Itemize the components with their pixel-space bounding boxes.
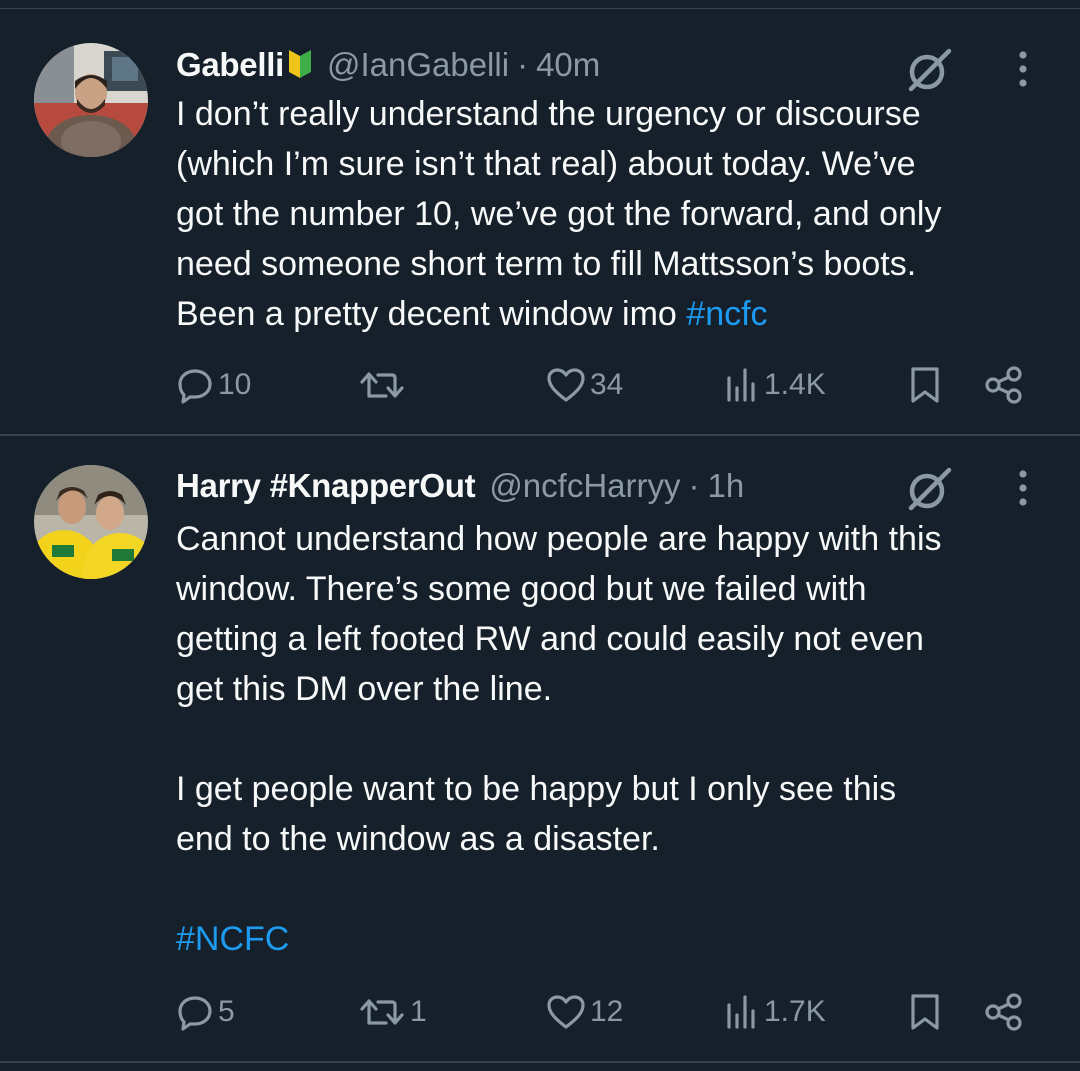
- display-name[interactable]: Harry #KnapperOut: [176, 467, 476, 505]
- like-icon: [546, 993, 586, 1031]
- bookmark-button[interactable]: [908, 982, 942, 1042]
- action-bar: 10 34 1.4K: [0, 355, 1080, 415]
- timestamp[interactable]: 1h: [708, 467, 745, 505]
- tweet-line: window. There’s some good but we failed …: [176, 570, 867, 608]
- tweet-line-text: Been a pretty decent window imo: [176, 295, 687, 333]
- bookmark-icon: [908, 365, 942, 405]
- handle[interactable]: @ncfcHarryy: [489, 467, 680, 505]
- handle[interactable]: @IanGabelli: [327, 46, 509, 84]
- grok-icon[interactable]: [905, 464, 955, 514]
- tweet-text: I don’t really understand the urgency or…: [176, 89, 1056, 339]
- repost-icon: [358, 366, 406, 404]
- tweet-line: #NCFC: [176, 914, 1056, 964]
- tweet[interactable]: Gabelli @IanGabelli · 40m I don’t really…: [0, 9, 1080, 436]
- like-count: 12: [590, 995, 624, 1028]
- views-count: 1.4K: [764, 368, 826, 401]
- bookmark-icon: [908, 992, 942, 1032]
- tweet-line: (which I’m sure isn’t that real) about t…: [176, 145, 916, 183]
- tweet-line: I don’t really understand the urgency or…: [176, 95, 921, 133]
- reply-icon: [176, 993, 214, 1031]
- bookmark-button[interactable]: [908, 355, 942, 415]
- views-button[interactable]: 1.7K: [724, 982, 826, 1042]
- hashtag-link[interactable]: #NCFC: [176, 920, 289, 958]
- repost-button[interactable]: [358, 355, 410, 415]
- more-icon[interactable]: [1008, 468, 1038, 508]
- views-icon: [724, 993, 760, 1031]
- tweet-line: need someone short term to fill Mattsson…: [176, 245, 917, 283]
- views-button[interactable]: 1.4K: [724, 355, 826, 415]
- action-bar: 5 1 12 1.7K: [0, 982, 1080, 1042]
- display-name[interactable]: Gabelli: [176, 46, 284, 84]
- timestamp[interactable]: 40m: [536, 46, 600, 84]
- tweet-line: get this DM over the line.: [176, 670, 553, 708]
- reply-button[interactable]: 5: [176, 982, 235, 1042]
- reply-count: 10: [218, 368, 252, 401]
- views-count: 1.7K: [764, 995, 826, 1028]
- avatar[interactable]: [34, 465, 148, 579]
- repost-icon: [358, 993, 406, 1031]
- separator: ·: [688, 467, 700, 504]
- views-icon: [724, 366, 760, 404]
- tweet-text: Cannot understand how people are happy w…: [176, 514, 1056, 964]
- grok-icon[interactable]: [905, 45, 955, 95]
- tweet-line: Been a pretty decent window imo #ncfc: [176, 289, 1056, 339]
- beginner-badge-icon: [287, 46, 313, 85]
- tweet[interactable]: Harry #KnapperOut @ncfcHarryy · 1h Canno…: [0, 436, 1080, 1063]
- share-button[interactable]: [984, 982, 1024, 1042]
- like-button[interactable]: 34: [546, 355, 623, 415]
- tweet-divider: [0, 1061, 1080, 1063]
- more-icon[interactable]: [1008, 49, 1038, 89]
- share-icon: [984, 365, 1024, 405]
- tweet-line: end to the window as a disaster.: [176, 820, 660, 858]
- tweet-line: I get people want to be happy but I only…: [176, 770, 897, 808]
- tweet-line: got the number 10, we’ve got the forward…: [176, 195, 942, 233]
- reply-button[interactable]: 10: [176, 355, 251, 415]
- like-count: 34: [590, 368, 624, 401]
- like-button[interactable]: 12: [546, 982, 623, 1042]
- repost-count: 1: [410, 995, 427, 1028]
- separator: ·: [517, 46, 529, 83]
- tweet-header: Gabelli @IanGabelli · 40m: [176, 43, 600, 87]
- tweet-line: getting a left footed RW and could easil…: [176, 620, 924, 658]
- reply-count: 5: [218, 995, 235, 1028]
- share-icon: [984, 992, 1024, 1032]
- avatar[interactable]: [34, 43, 148, 157]
- like-icon: [546, 366, 586, 404]
- reply-icon: [176, 366, 214, 404]
- repost-button[interactable]: 1: [358, 982, 427, 1042]
- tweet-header: Harry #KnapperOut @ncfcHarryy · 1h: [176, 464, 744, 508]
- tweet-line: Cannot understand how people are happy w…: [176, 520, 942, 558]
- timeline: Gabelli @IanGabelli · 40m I don’t really…: [0, 0, 1080, 1071]
- share-button[interactable]: [984, 355, 1024, 415]
- hashtag-link[interactable]: #ncfc: [686, 295, 767, 333]
